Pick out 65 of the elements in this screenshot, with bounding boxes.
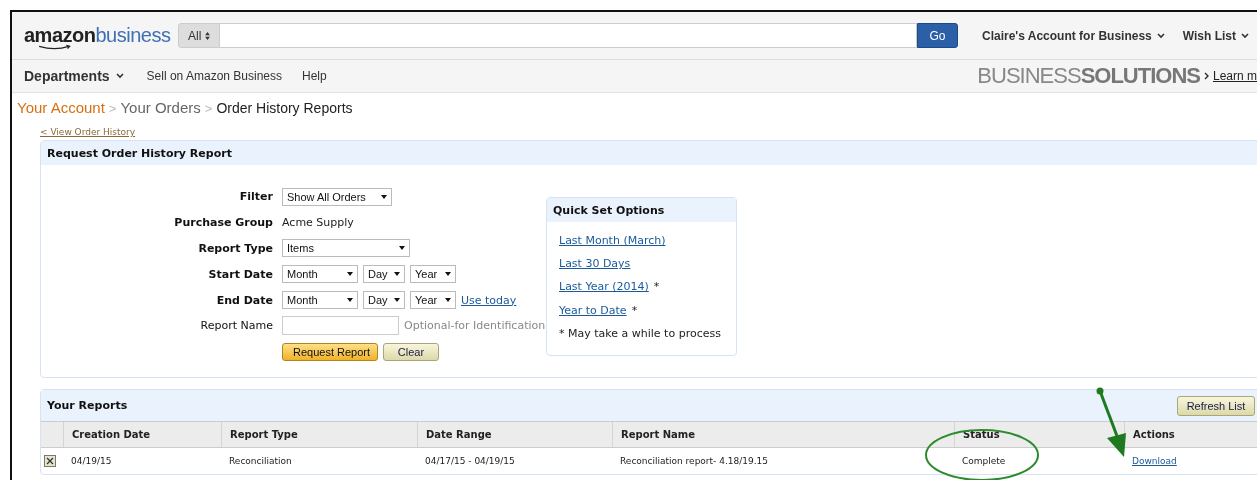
report-name-field[interactable] — [282, 316, 399, 336]
column-header: Report Name — [612, 422, 954, 447]
table-cell-text: 04/19/15 — [70, 455, 113, 468]
annotation-arrow — [1096, 387, 1126, 457]
table-cell-text: Reconciliation — [228, 455, 293, 468]
field-label: Report Type — [197, 242, 274, 255]
amazon-business-logo[interactable]: amazonbusiness — [24, 24, 178, 47]
breadcrumb-item[interactable]: Your Account — [17, 99, 105, 116]
column-header: Date Range — [417, 422, 612, 447]
column-header: Report Type — [221, 422, 417, 447]
delete-icon[interactable] — [44, 455, 56, 467]
breadcrumb-item[interactable]: Order History Reports — [216, 100, 353, 116]
footnote-mark: * — [653, 280, 660, 294]
sort-arrows-icon — [205, 31, 211, 40]
column-header: Creation Date — [63, 422, 221, 447]
view-order-history-link[interactable]: < View Order History — [40, 127, 136, 140]
panel-header: Request Order History Report — [41, 141, 1257, 165]
field-label: Start Date — [207, 267, 274, 281]
field-label: Report Name — [199, 319, 274, 333]
box-title: Quick Set Options — [547, 198, 736, 222]
category-dropdown[interactable]: All — [178, 23, 221, 48]
breadcrumb-separator: > — [204, 101, 213, 116]
form-button[interactable]: Request Report — [282, 342, 378, 361]
field-hint: Optional-for Identification — [404, 319, 546, 333]
field-label: End Date — [215, 293, 274, 307]
table-cell-text: Reconciliation report- 4.18/19.15 — [619, 455, 770, 468]
promo-title: BUSINESSSOLUTIONS — [977, 63, 1200, 89]
dropdown[interactable]: Items — [282, 239, 410, 258]
form-button[interactable]: Clear — [383, 342, 439, 361]
field-value: Acme Supply — [282, 216, 354, 230]
download-link[interactable]: Download — [1132, 456, 1177, 466]
date-dropdown[interactable]: Month — [282, 265, 358, 284]
learn-more-link[interactable]: Learn m — [1212, 69, 1257, 83]
chevron-down-icon — [115, 73, 124, 79]
panel-title: Your Reports — [47, 399, 128, 412]
footnote-text: * May take a while to process — [559, 326, 721, 340]
chevron-right-icon — [1203, 72, 1209, 80]
date-dropdown[interactable]: Day — [363, 291, 405, 310]
table-cell-text: Complete — [961, 455, 1007, 468]
breadcrumb-item[interactable]: Your Orders — [120, 99, 201, 116]
search-field[interactable] — [220, 23, 917, 48]
account-menu[interactable]: Claire's Account for Business — [982, 28, 1173, 43]
dropdown[interactable]: Show All Orders — [282, 187, 392, 206]
chevron-down-icon — [1156, 32, 1165, 39]
account-menu[interactable]: Wish List — [1182, 28, 1257, 43]
breadcrumb-separator: > — [108, 101, 117, 116]
table-cell-text: 04/17/15 - 04/19/15 — [424, 455, 516, 468]
date-dropdown[interactable]: Day — [363, 265, 405, 284]
refresh-list-button[interactable]: Refresh List — [1177, 395, 1255, 416]
date-dropdown[interactable]: Year — [410, 291, 456, 310]
field-label: Filter — [238, 190, 274, 204]
chevron-down-icon — [1241, 32, 1250, 39]
date-dropdown[interactable]: Month — [282, 291, 358, 310]
nav-link[interactable]: Departments — [24, 68, 124, 84]
quick-set-link[interactable]: Year to Date — [559, 303, 627, 317]
date-dropdown[interactable]: Year — [410, 265, 456, 284]
field-label: Purchase Group — [173, 216, 274, 230]
use-today-link[interactable]: Use today — [461, 293, 517, 307]
go-button[interactable]: Go — [917, 23, 958, 48]
nav-link[interactable]: Help — [302, 69, 327, 83]
quick-set-link[interactable]: Last Year (2014) — [559, 280, 649, 294]
quick-set-link[interactable]: Last 30 Days — [559, 257, 631, 271]
nav-link[interactable]: Sell on Amazon Business — [146, 69, 282, 83]
quick-set-link[interactable]: Last Month (March) — [559, 234, 666, 248]
footnote-mark: * — [631, 303, 638, 317]
